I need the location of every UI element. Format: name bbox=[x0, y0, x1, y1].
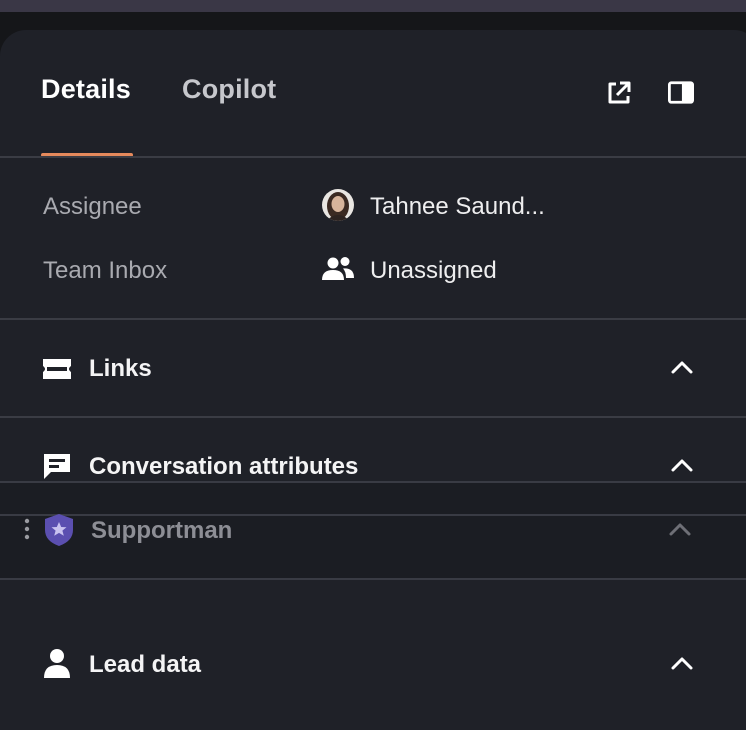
drag-row-top-border bbox=[0, 481, 746, 483]
details-divider bbox=[0, 318, 746, 320]
links-section-title[interactable]: Links bbox=[89, 355, 152, 383]
tab-copilot[interactable]: Copilot bbox=[182, 74, 276, 105]
lead-data-section-title[interactable]: Lead data bbox=[89, 651, 201, 679]
ticket-icon bbox=[43, 359, 71, 379]
team-inbox-value[interactable]: Unassigned bbox=[370, 257, 497, 285]
avatar[interactable] bbox=[322, 189, 354, 221]
assignee-value[interactable]: Tahnee Saund... bbox=[370, 193, 545, 221]
drag-row-mid-border bbox=[0, 514, 746, 516]
team-icon bbox=[322, 257, 354, 280]
chevron-up-icon[interactable] bbox=[670, 457, 694, 473]
chevron-up-icon[interactable] bbox=[668, 521, 692, 537]
conversation-attributes-section-title[interactable]: Conversation attributes bbox=[89, 453, 358, 481]
chat-attributes-icon bbox=[44, 454, 70, 479]
external-link-icon[interactable] bbox=[606, 80, 632, 106]
team-inbox-label: Team Inbox bbox=[43, 257, 168, 284]
links-divider bbox=[0, 416, 746, 418]
person-icon bbox=[44, 649, 70, 678]
window-top-bar bbox=[0, 0, 746, 12]
drag-row-bottom-border bbox=[0, 578, 746, 580]
supportman-section-title[interactable]: Supportman bbox=[91, 517, 232, 545]
chevron-up-icon[interactable] bbox=[670, 359, 694, 375]
tab-details[interactable]: Details bbox=[41, 74, 131, 105]
assignee-label: Assignee bbox=[43, 193, 142, 220]
tabs-divider bbox=[0, 156, 746, 158]
chevron-up-icon[interactable] bbox=[670, 655, 694, 671]
supportman-shield-icon bbox=[45, 514, 73, 546]
drag-handle-icon[interactable] bbox=[23, 517, 31, 541]
sidebar-toggle-icon[interactable] bbox=[668, 80, 694, 106]
